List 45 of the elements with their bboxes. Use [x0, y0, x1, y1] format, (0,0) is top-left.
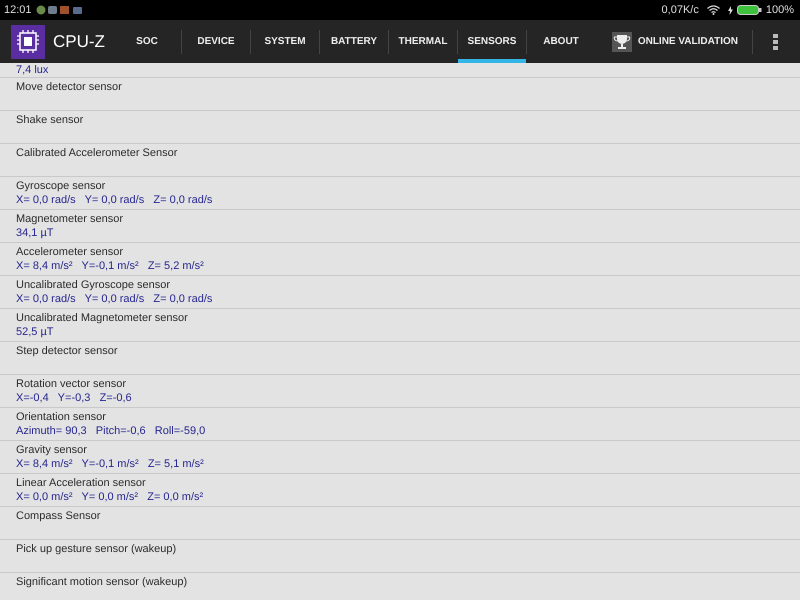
battery-percentage: 100%	[766, 2, 794, 18]
app-title: CPU-Z	[53, 30, 106, 53]
tab[interactable]: SOC	[113, 20, 181, 63]
charging-icon	[728, 6, 733, 14]
sensor-name: Calibrated Accelerometer Sensor	[16, 147, 178, 159]
online-validation-button[interactable]: ONLINE VALIDATION	[632, 34, 744, 49]
sensor-name: Linear Acceleration sensor	[16, 477, 146, 489]
sensor-value: X= 8,4 m/s² Y=-0,1 m/s² Z= 5,1 m/s²	[16, 458, 204, 470]
tab[interactable]: SYSTEM	[251, 20, 319, 63]
sensor-name: Compass Sensor	[16, 510, 100, 522]
tab[interactable]: ABOUT	[527, 20, 595, 63]
sensor-value: 52,5 µT	[16, 326, 54, 338]
sensor-value: Azimuth= 90,3 Pitch=-0,6 Roll=-59,0	[16, 425, 206, 437]
tab[interactable]: DEVICE	[182, 20, 250, 63]
sensor-name: Rotation vector sensor	[16, 378, 126, 390]
sensor-value: X= 0,0 rad/s Y= 0,0 rad/s Z= 0,0 rad/s	[16, 293, 212, 305]
sensor-value: X= 8,4 m/s² Y=-0,1 m/s² Z= 5,2 m/s²	[16, 260, 204, 272]
sensor-name: Magnetometer sensor	[16, 213, 123, 225]
chip-logo-icon	[11, 24, 45, 58]
sensor-value: 7,4 lux	[16, 63, 48, 77]
network-speed: 0,07K/c	[662, 2, 699, 18]
sensor-name: Pick up gesture sensor (wakeup)	[16, 543, 176, 555]
sensor-name: Step detector sensor	[16, 345, 118, 357]
sensor-value: 34,1 µT	[16, 227, 54, 239]
sensor-name: Uncalibrated Gyroscope sensor	[16, 279, 170, 291]
sensor-name: Significant motion sensor (wakeup)	[16, 576, 188, 588]
overflow-menu-icon[interactable]	[773, 34, 778, 50]
battery-icon	[736, 5, 762, 15]
sensor-name: Uncalibrated Magnetometer sensor	[16, 312, 188, 324]
trophy-icon	[612, 32, 632, 52]
tab[interactable]: SENSORS	[458, 20, 526, 63]
tab[interactable]: BATTERY	[320, 20, 388, 63]
sensor-value: X= 0,0 m/s² Y= 0,0 m/s² Z= 0,0 m/s²	[16, 491, 204, 503]
wifi-icon	[706, 5, 720, 15]
notification-icons	[36, 5, 84, 15]
sensor-name: Orientation sensor	[16, 411, 106, 423]
sensor-name: Shake sensor	[16, 114, 84, 126]
sensor-name: Gyroscope sensor	[16, 180, 106, 192]
sensor-value: X=-0,4 Y=-0,3 Z=-0,6	[16, 392, 132, 404]
sensor-name: Move detector sensor	[16, 81, 122, 93]
tab[interactable]: THERMAL	[389, 20, 457, 63]
clock: 12:01	[4, 2, 32, 18]
sensor-name: Gravity sensor	[16, 444, 87, 456]
sensor-value: X= 0,0 rad/s Y= 0,0 rad/s Z= 0,0 rad/s	[16, 194, 212, 206]
sensor-name: Accelerometer sensor	[16, 246, 123, 258]
